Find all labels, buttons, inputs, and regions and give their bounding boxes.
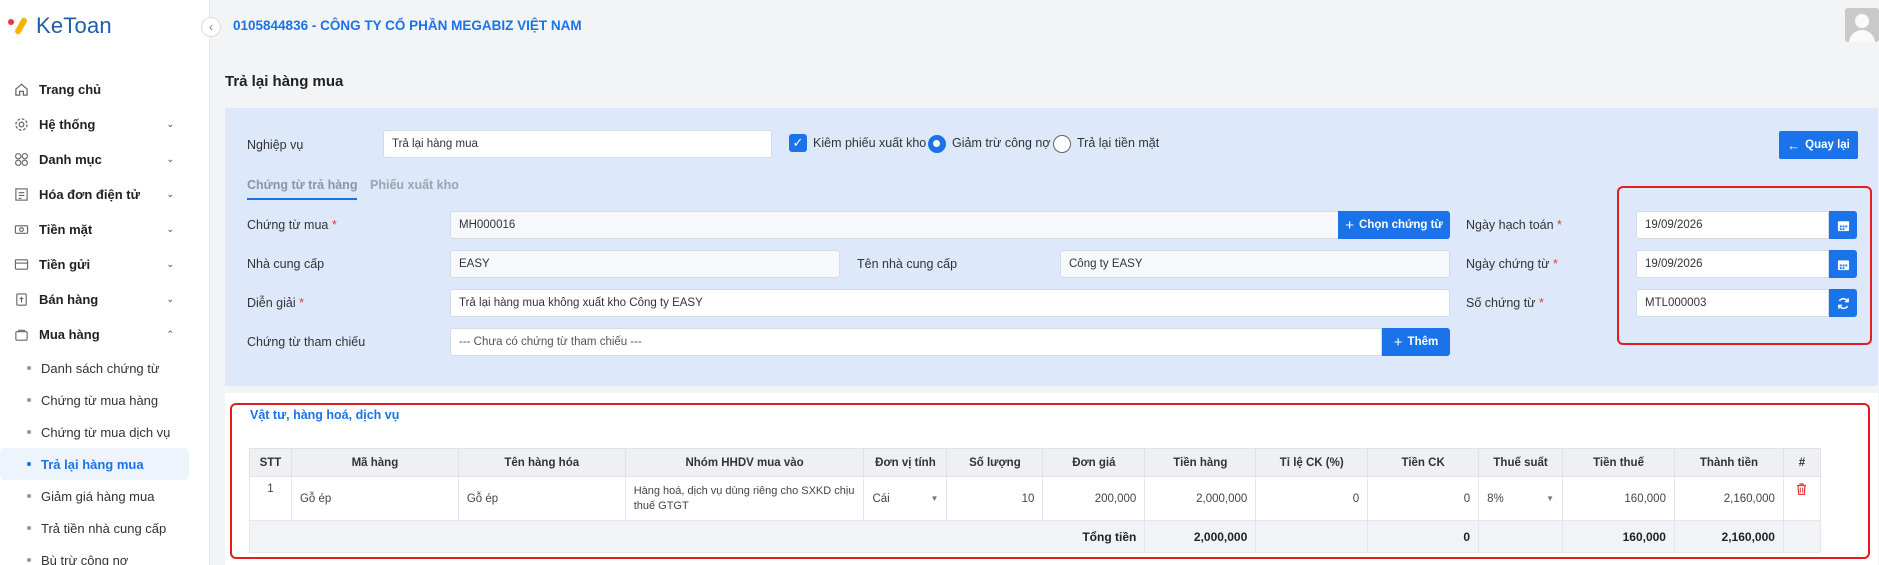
sidebar-subitem-label: Trả lại hàng mua — [41, 456, 144, 472]
sidebar-item-mua-hang[interactable]: Mua hàng ⌃ — [0, 317, 209, 352]
chon-chung-tu-label: Chọn chứng từ — [1359, 219, 1443, 231]
sidebar-subitem-label: Chứng từ mua dịch vụ — [41, 424, 171, 440]
ngay-hach-toan-label: Ngày hạch toán * — [1466, 218, 1562, 232]
chevron-down-icon: ⌄ — [166, 259, 174, 269]
bullet-icon — [27, 526, 31, 530]
tab-chung-tu-tra-hang[interactable]: Chứng từ trả hàng — [247, 178, 358, 200]
sidebar-subitem-mua-dich-vu[interactable]: Chứng từ mua dịch vụ — [0, 416, 209, 448]
dien-giai-label: Diễn giải * — [247, 296, 304, 310]
sidebar-subitem-label: Danh sách chứng từ — [41, 360, 160, 376]
sidebar-subitem-label: Trả tiền nhà cung cấp — [41, 520, 167, 536]
sidebar-item-label: Tiền gửi — [39, 257, 91, 272]
bullet-icon — [27, 398, 31, 402]
arrow-left-icon: ← — [1787, 137, 1801, 153]
nghiep-vu-field[interactable]: Trả lại hàng mua — [383, 130, 772, 158]
kiem-phieu-checkbox[interactable]: ✓ — [789, 134, 807, 152]
chevron-down-icon: ⌄ — [166, 294, 174, 304]
tab-phieu-xuat-kho[interactable]: Phiếu xuất kho — [370, 178, 459, 192]
bullet-icon — [27, 430, 31, 434]
dien-giai-field[interactable]: Trả lại hàng mua không xuất kho Công ty … — [450, 289, 1450, 317]
logo-text: KeToan — [36, 13, 112, 38]
bullet-icon — [27, 462, 31, 466]
sidebar-item-trang-chu[interactable]: Trang chủ — [0, 72, 209, 107]
ten-ncc-label: Tên nhà cung cấp — [857, 257, 958, 271]
gear-icon — [13, 117, 29, 133]
so-chung-tu-label: Số chứng từ * — [1466, 296, 1544, 310]
highlight-box-date-fields — [1617, 186, 1872, 345]
sidebar-subitem-label: Giảm giá hàng mua — [41, 488, 155, 504]
grid-icon — [13, 152, 29, 168]
sidebar-item-he-thong[interactable]: Hệ thống ⌄ — [0, 107, 209, 142]
bullet-icon — [27, 366, 31, 370]
ten-ncc-field[interactable]: Công ty EASY — [1060, 250, 1450, 278]
bullet-icon — [27, 494, 31, 498]
radio-tra-lai-tien-mat[interactable] — [1053, 135, 1071, 153]
chevron-down-icon: ⌄ — [166, 224, 174, 234]
sidebar-item-ban-hang[interactable]: Bán hàng ⌄ — [0, 282, 209, 317]
ngay-chung-tu-label: Ngày chứng từ * — [1466, 257, 1558, 271]
invoice-icon — [13, 187, 29, 203]
chung-tu-mua-field[interactable]: MH000016 — [450, 211, 1339, 239]
sidebar-item-label: Mua hàng — [39, 327, 100, 342]
highlight-box-items-table — [230, 403, 1870, 559]
check-icon: ✓ — [792, 135, 804, 150]
radio-tra-lai-label: Trả lại tiền mặt — [1077, 136, 1160, 150]
tham-chieu-label: Chứng từ tham chiếu — [247, 335, 366, 349]
plus-icon: + — [1393, 333, 1403, 351]
sidebar-menu: Trang chủ Hệ thống ⌄ Danh mục ⌄ Hóa đơn … — [0, 72, 209, 565]
sidebar-subitem-tra-tien-ncc[interactable]: Trả tiền nhà cung cấp — [0, 512, 209, 544]
sidebar: KeToan Trang chủ Hệ thống ⌄ Danh mục ⌄ H… — [0, 0, 210, 565]
bank-icon — [13, 257, 29, 273]
home-icon — [13, 82, 29, 98]
sidebar-item-label: Danh mục — [39, 152, 102, 167]
chevron-down-icon: ⌄ — [166, 189, 174, 199]
sidebar-subitem-giam-gia[interactable]: Giảm giá hàng mua — [0, 480, 209, 512]
sidebar-subitem-bu-tru[interactable]: Bù trừ công nợ — [0, 544, 209, 565]
sales-icon — [13, 292, 29, 308]
sidebar-item-label: Hóa đơn điện tử — [39, 187, 140, 202]
them-button-label: Thêm — [1407, 336, 1439, 348]
app-logo[interactable]: KeToan — [8, 12, 112, 40]
sidebar-item-hoa-don[interactable]: Hóa đơn điện tử ⌄ — [0, 177, 209, 212]
nha-cung-cap-field[interactable]: EASY — [450, 250, 840, 278]
kiem-phieu-label: Kiêm phiếu xuất kho — [813, 136, 927, 150]
company-name: 0105844836 - CÔNG TY CỔ PHẦN MEGABIZ VIỆ… — [233, 18, 582, 33]
plus-icon: + — [1345, 216, 1355, 234]
sidebar-item-tien-mat[interactable]: Tiền mặt ⌄ — [0, 212, 209, 247]
sidebar-item-tien-gui[interactable]: Tiền gửi ⌄ — [0, 247, 209, 282]
sidebar-item-label: Hệ thống — [39, 117, 96, 132]
collapse-sidebar-button[interactable]: ‹ — [201, 17, 221, 37]
sidebar-subitem-label: Bù trừ công nợ — [41, 552, 129, 565]
chevron-down-icon: ⌄ — [166, 154, 174, 164]
chon-chung-tu-button[interactable]: + Chọn chứng từ — [1338, 211, 1450, 239]
cash-icon — [13, 222, 29, 238]
sidebar-item-label: Tiền mặt — [39, 222, 93, 237]
nha-cung-cap-label: Nhà cung cấp — [247, 257, 325, 271]
logo-icon — [8, 15, 32, 37]
radio-giam-tru-label: Giảm trừ công nợ — [952, 136, 1051, 150]
chung-tu-mua-label: Chứng từ mua * — [247, 218, 337, 232]
nghiep-vu-label: Nghiệp vụ — [247, 138, 304, 152]
bullet-icon — [27, 558, 31, 562]
sidebar-item-danh-muc[interactable]: Danh mục ⌄ — [0, 142, 209, 177]
sidebar-item-label: Trang chủ — [39, 82, 102, 97]
purchase-icon — [13, 327, 29, 343]
sidebar-subitem-label: Chứng từ mua hàng — [41, 392, 159, 408]
chevron-down-icon: ⌄ — [166, 119, 174, 129]
top-header: 0105844836 - CÔNG TY CỔ PHẦN MEGABIZ VIỆ… — [211, 0, 1879, 52]
them-button[interactable]: + Thêm — [1382, 328, 1450, 356]
radio-giam-tru-cong-no[interactable] — [928, 135, 946, 153]
avatar[interactable] — [1845, 8, 1879, 42]
chevron-up-icon: ⌃ — [166, 329, 174, 339]
sidebar-subitem-mua-hang[interactable]: Chứng từ mua hàng — [0, 384, 209, 416]
back-button-label: Quay lại — [1805, 139, 1850, 151]
sidebar-subitem-danh-sach[interactable]: Danh sách chứng từ — [0, 352, 209, 384]
tham-chieu-field[interactable]: --- Chưa có chứng từ tham chiếu --- — [450, 328, 1382, 356]
page-title: Trả lại hàng mua — [225, 73, 344, 90]
sidebar-item-label: Bán hàng — [39, 292, 99, 307]
sidebar-subitem-tra-lai-hang-mua[interactable]: Trả lại hàng mua — [0, 448, 189, 480]
chevron-left-icon: ‹ — [209, 20, 213, 34]
back-button[interactable]: ← Quay lại — [1779, 131, 1858, 159]
